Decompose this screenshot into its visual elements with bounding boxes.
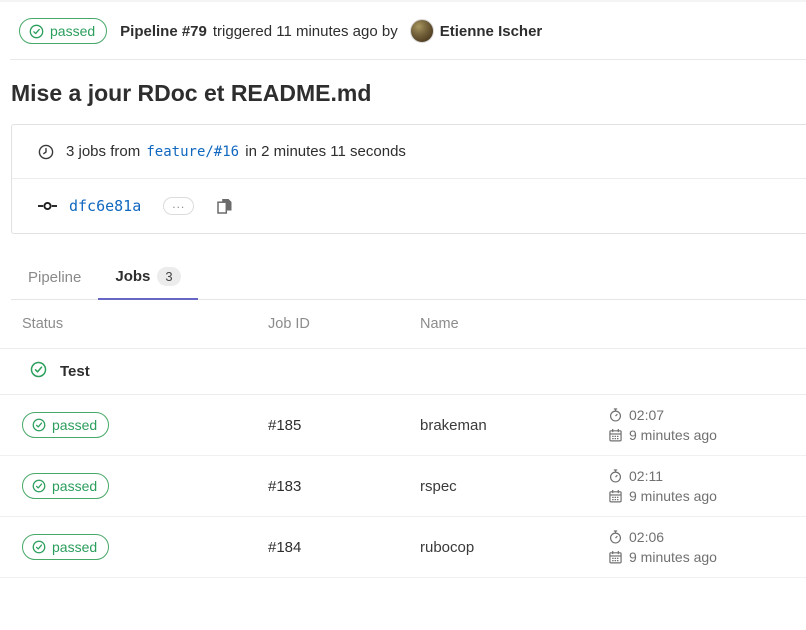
check-circle-icon [32,418,46,432]
job-name: brakeman [409,417,598,434]
calendar-icon [609,550,622,564]
table-header-row: Status Job ID Name [0,300,806,349]
job-status-badge[interactable]: passed [22,473,109,499]
jobs-duration-text: in 2 minutes 11 seconds [245,143,406,160]
job-duration: 02:11 [629,468,663,485]
job-status-label: passed [52,416,97,434]
pipeline-summary-box: 3 jobs from feature/#16 in 2 minutes 11 … [11,124,806,234]
pipeline-header-bar: passed Pipeline #79 triggered 11 minutes… [0,2,806,59]
job-finished-ago: 9 minutes ago [629,549,717,566]
column-header-job-id: Job ID [257,316,409,332]
commit-message-expand-button[interactable]: ... [163,197,194,215]
job-status-badge[interactable]: passed [22,412,109,438]
stage-row-test: Test [0,349,806,395]
calendar-icon [609,489,622,503]
stopwatch-icon [609,408,622,422]
pipeline-number: Pipeline #79 [120,23,207,40]
pipeline-status-badge[interactable]: passed [19,18,107,44]
jobs-table: Status Job ID Name Test passed [0,300,806,578]
job-id-link[interactable]: #184 [257,539,409,556]
job-duration: 02:06 [629,529,664,546]
pipeline-summary-text: Pipeline #79 triggered 11 minutes ago by… [120,19,542,43]
clock-icon [38,144,54,160]
job-id-link[interactable]: #185 [257,417,409,434]
job-name: rspec [409,478,598,495]
stage-name: Test [60,363,90,380]
job-timing: 02:06 9 minutes ago [598,529,806,566]
check-circle-icon [32,540,46,554]
tab-jobs-label: Jobs [115,268,150,285]
triggered-text: triggered 11 minutes ago by [213,23,398,40]
job-row-rubocop: passed #184 rubocop 02:06 [0,517,806,578]
tab-pipeline[interactable]: Pipeline [11,258,98,300]
job-timing: 02:11 9 minutes ago [598,468,806,505]
job-row-brakeman: passed #185 brakeman 02:07 [0,395,806,456]
jobs-count-text: 3 jobs from [66,143,140,160]
job-duration: 02:07 [629,407,664,424]
job-row-rspec: passed #183 rspec 02:11 [0,456,806,517]
job-status-label: passed [52,538,97,556]
stage-status-check-circle-icon [30,361,47,382]
stopwatch-icon [609,469,622,483]
job-id-link[interactable]: #183 [257,478,409,495]
commit-icon [38,199,57,213]
job-status-badge[interactable]: passed [22,534,109,560]
check-circle-icon [29,24,44,39]
job-finished-ago: 9 minutes ago [629,488,717,505]
header-divider [10,59,806,60]
commit-row: dfc6e81a ... [12,178,806,233]
commit-sha-link[interactable]: dfc6e81a [69,197,141,215]
user-name[interactable]: Etienne Ischer [440,23,543,40]
job-status-label: passed [52,477,97,495]
jobs-count-badge: 3 [157,267,180,286]
branch-ref-link[interactable]: feature/#16 [146,144,239,160]
job-finished-ago: 9 minutes ago [629,427,717,444]
status-badge-label: passed [50,22,95,40]
job-timing: 02:07 9 minutes ago [598,407,806,444]
tab-jobs[interactable]: Jobs 3 [98,258,197,300]
column-header-status: Status [11,316,257,332]
stopwatch-icon [609,530,622,544]
tab-pipeline-label: Pipeline [28,269,81,286]
jobs-summary-text: 3 jobs from feature/#16 in 2 minutes 11 … [66,143,406,160]
pipeline-tabs: Pipeline Jobs 3 [11,258,806,300]
calendar-icon [609,428,622,442]
jobs-summary-row: 3 jobs from feature/#16 in 2 minutes 11 … [12,125,806,178]
page-title: Mise a jour RDoc et README.md [11,79,806,107]
copy-icon[interactable] [216,197,233,215]
user-avatar[interactable] [410,19,434,43]
check-circle-icon [32,479,46,493]
column-header-name: Name [409,316,598,332]
job-name: rubocop [409,539,598,556]
